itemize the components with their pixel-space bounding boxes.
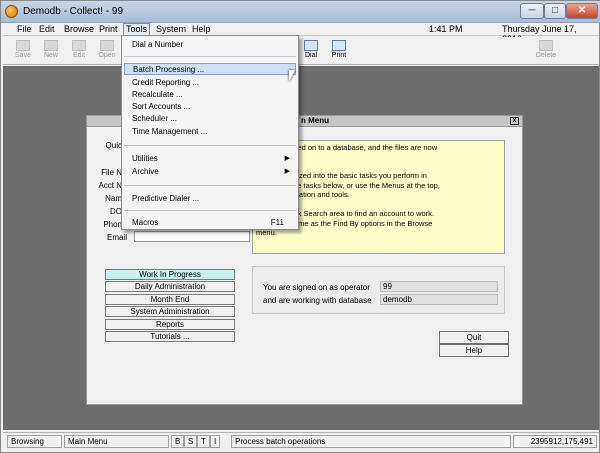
toolbar: Save New Edit Open Dial Print Delete: [3, 37, 599, 65]
acct-number-label: Acct N: [98, 181, 122, 190]
dob-label: DO: [110, 207, 122, 216]
main-menu-close-icon[interactable]: x: [510, 117, 519, 125]
menu-bar: File Edit Browse Print Tools System Help…: [3, 23, 599, 44]
menu-separator: [124, 210, 296, 211]
maximize-button[interactable]: □: [544, 3, 566, 19]
menu-item-time-management[interactable]: Time Management ...: [124, 126, 296, 138]
phone-label: Phon: [103, 220, 122, 229]
new-label: New: [43, 52, 58, 59]
status-flag-b: B: [171, 435, 185, 448]
reports-button[interactable]: Reports: [105, 319, 235, 330]
menu-item-scheduler[interactable]: Scheduler ...: [124, 113, 296, 125]
menu-item-utilities[interactable]: Utilities ▶: [124, 153, 296, 165]
status-flag-i: I: [210, 435, 221, 448]
app-icon: [5, 5, 18, 18]
tutorials-button[interactable]: Tutorials ...: [105, 331, 235, 342]
menu-item-macros-label: Macros: [132, 218, 159, 227]
quick-search-label: Quic: [105, 141, 122, 150]
system-administration-button[interactable]: System Administration: [105, 306, 235, 317]
email-field[interactable]: [134, 231, 250, 242]
status-mode: Browsing: [7, 435, 62, 448]
work-in-progress-button[interactable]: Work In Progress: [105, 269, 235, 280]
delete-button[interactable]: Delete: [531, 38, 561, 63]
status-message: Process batch operations: [231, 435, 511, 448]
menu-edit[interactable]: Edit: [37, 24, 57, 34]
menu-separator: [124, 185, 296, 186]
menu-system[interactable]: System: [154, 24, 188, 34]
operator-label: You are signed on as operator: [263, 283, 370, 292]
database-label: and are working with database: [263, 296, 372, 305]
menu-help[interactable]: Help: [190, 24, 213, 34]
clock-time: 1:41 PM: [429, 24, 463, 34]
open-button[interactable]: Open: [95, 38, 119, 63]
mouse-cursor-icon: [289, 70, 295, 82]
name-label: Nam: [105, 194, 122, 203]
delete-label: Delete: [535, 52, 557, 59]
save-button[interactable]: Save: [11, 38, 35, 63]
database-value: demodb: [380, 294, 498, 305]
disk-icon: [16, 40, 30, 51]
phone-icon: [304, 40, 318, 51]
status-flag-t: T: [197, 435, 210, 448]
menu-item-batch-processing[interactable]: Batch Processing ...: [124, 63, 296, 75]
status-counts: 2395912,175,491: [513, 435, 597, 448]
menu-item-predictive-dialer[interactable]: Predictive Dialer ...: [124, 193, 296, 205]
dial-label: Dial: [304, 52, 318, 59]
new-icon: [44, 40, 58, 51]
menu-separator: [124, 56, 296, 57]
email-label: Email: [106, 233, 127, 242]
minimize-button[interactable]: ─: [520, 3, 544, 19]
dial-button[interactable]: Dial: [299, 38, 323, 63]
main-menu-title: n Menu: [301, 116, 329, 125]
title-bar: Demodb - Collect! - 99 ─ □ ✕: [1, 1, 600, 23]
help-button[interactable]: Help: [439, 344, 509, 357]
menu-item-sort-accounts[interactable]: Sort Accounts ...: [124, 101, 296, 113]
status-bar: Browsing Main Menu B S T I Process batch…: [3, 432, 599, 450]
submenu-arrow-icon: ▶: [284, 155, 290, 162]
menu-print[interactable]: Print: [97, 24, 120, 34]
menu-item-archive[interactable]: Archive ▶: [124, 166, 296, 178]
menu-item-macros[interactable]: Macros F11: [124, 217, 296, 229]
menu-browse[interactable]: Browse: [62, 24, 96, 34]
tools-dropdown-menu: Dial a Number Batch Processing ... Credi…: [121, 35, 299, 230]
file-number-label: File N: [101, 168, 122, 177]
menu-file[interactable]: File: [15, 24, 34, 34]
open-label: Open: [98, 52, 116, 59]
month-end-button[interactable]: Month End: [105, 294, 235, 305]
macros-shortcut: F11: [270, 218, 284, 227]
printer-icon: [332, 40, 346, 51]
edit-icon: [72, 40, 86, 51]
status-flag-s: S: [184, 435, 198, 448]
close-button[interactable]: ✕: [566, 3, 598, 19]
menu-item-recalculate[interactable]: Recalculate ...: [124, 89, 296, 101]
print-label: Print: [331, 52, 347, 59]
quit-button[interactable]: Quit: [439, 331, 509, 344]
menu-item-utilities-label: Utilities: [132, 154, 158, 163]
print-button[interactable]: Print: [327, 38, 351, 63]
folder-icon: [100, 40, 114, 51]
app-window: Demodb - Collect! - 99 ─ □ ✕ File Edit B…: [0, 0, 600, 453]
operator-value: 99: [380, 281, 498, 292]
menu-item-credit-reporting[interactable]: Credit Reporting ...: [124, 77, 296, 89]
save-label: Save: [15, 52, 31, 59]
menu-item-archive-label: Archive: [132, 167, 159, 176]
edit-button[interactable]: Edit: [67, 38, 91, 63]
new-button[interactable]: New: [39, 38, 63, 63]
menu-separator: [124, 145, 296, 146]
delete-icon: [539, 40, 553, 51]
submenu-arrow-icon: ▶: [284, 168, 290, 175]
window-title: Demodb - Collect! - 99: [23, 6, 124, 17]
menu-item-dial-a-number[interactable]: Dial a Number: [124, 39, 296, 51]
daily-administration-button[interactable]: Daily Administration: [105, 281, 235, 292]
status-screen: Main Menu: [64, 435, 169, 448]
edit-label: Edit: [72, 52, 86, 59]
